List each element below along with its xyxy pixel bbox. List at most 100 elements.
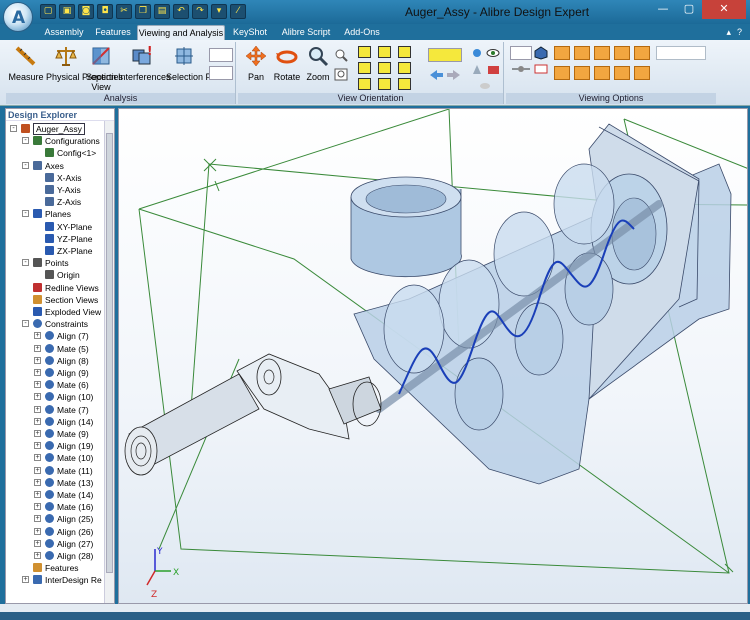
physical-properties-button[interactable]: Physical Properties (46, 44, 123, 82)
grid-options-icon[interactable] (510, 62, 532, 76)
tab-alibre-script[interactable]: Alibre Script (276, 25, 336, 40)
tree-expander[interactable]: + (34, 491, 41, 498)
view-dimetric-icon[interactable] (378, 78, 393, 92)
tree-expander[interactable]: + (34, 381, 41, 389)
cut-icon[interactable]: ✂ (116, 4, 132, 19)
tree-expander[interactable]: + (34, 515, 41, 523)
view-camera-icon[interactable] (486, 62, 501, 76)
tree-expander[interactable]: - (10, 125, 17, 132)
paste-icon[interactable]: ▤ (154, 4, 170, 19)
tree-expander[interactable]: - (22, 210, 29, 218)
tree-node[interactable]: Planes (33, 208, 71, 220)
rotate-button[interactable]: Rotate (272, 44, 302, 82)
open-icon[interactable]: ▣ (59, 4, 75, 19)
zoom-window-icon[interactable] (334, 48, 349, 62)
toggle-dimensions-icon[interactable] (574, 66, 590, 80)
toggle-sketches-icon[interactable] (614, 46, 630, 60)
view-iso-icon[interactable] (358, 78, 373, 92)
view-eye-icon[interactable] (486, 46, 501, 60)
render-mode-dropdown[interactable] (209, 66, 233, 80)
tree-node[interactable]: X-Axis (45, 172, 82, 184)
tree-node[interactable]: Axes (33, 160, 64, 172)
tree-node[interactable]: Align (27) (45, 538, 93, 550)
tree-expander[interactable]: + (34, 539, 41, 547)
shading-icon[interactable] (534, 46, 549, 60)
toggle-planes-icon[interactable] (574, 46, 590, 60)
tree-expander[interactable]: - (22, 137, 29, 145)
measure-icon[interactable]: ⁄ (230, 4, 246, 19)
tree-node[interactable]: Features (33, 562, 79, 574)
tree-expander[interactable]: + (34, 478, 41, 486)
redo-icon[interactable]: ↷ (192, 4, 208, 19)
tree-node[interactable]: YZ-Plane (45, 233, 92, 245)
tree-node[interactable]: Mate (11) (45, 465, 93, 477)
copy-icon[interactable]: ❐ (135, 4, 151, 19)
view-right-icon[interactable] (398, 62, 413, 76)
tree-node[interactable]: Auger_Assy (21, 123, 85, 135)
view-spin-icon[interactable] (470, 46, 485, 60)
tree-node[interactable]: Y-Axis (45, 184, 81, 196)
view-left-icon[interactable] (378, 62, 393, 76)
alibre-logo-icon[interactable]: A (3, 2, 33, 32)
help-icon[interactable]: ? (737, 27, 742, 38)
tree-node[interactable]: Mate (16) (45, 501, 93, 513)
tree-node[interactable]: Align (25) (45, 513, 93, 525)
view-front-icon[interactable] (358, 46, 373, 60)
options-icon[interactable]: ▾ (211, 4, 227, 19)
view-light-icon[interactable] (478, 78, 493, 92)
3d-viewport[interactable]: Y X Z (118, 108, 748, 604)
selection-mode-dropdown[interactable] (209, 48, 233, 62)
tab-assembly[interactable]: Assembly (38, 25, 90, 40)
tree-expander[interactable]: + (34, 442, 41, 450)
tree-node[interactable]: Mate (6) (45, 379, 89, 391)
zoom-fit-icon[interactable] (334, 68, 349, 82)
tree-node[interactable]: Align (7) (45, 330, 89, 342)
tab-keyshot[interactable]: KeyShot (228, 25, 272, 40)
tree-node[interactable]: InterDesign Re (33, 574, 102, 586)
tree-node[interactable]: Align (9) (45, 367, 89, 379)
tab-viewing-and-analysis[interactable]: Viewing and Analysis (137, 25, 225, 40)
tree-node[interactable]: Mate (5) (45, 343, 89, 355)
toggle-origin-icon[interactable] (614, 66, 630, 80)
undo-icon[interactable]: ↶ (173, 4, 189, 19)
tree-expander[interactable]: + (34, 454, 41, 462)
tree-node[interactable]: Configurations (33, 135, 100, 147)
toggle-3d-sketches-icon[interactable] (634, 46, 650, 60)
tree-expander[interactable]: + (34, 344, 41, 352)
selection-filters-button[interactable]: Selection Filters (166, 44, 230, 82)
tree-expander[interactable]: + (34, 527, 41, 535)
tree-expander[interactable]: + (34, 369, 41, 376)
tree-scrollbar-thumb[interactable] (106, 133, 113, 573)
tree-node[interactable]: Section Views (33, 294, 98, 306)
tree-node[interactable]: Mate (9) (45, 428, 89, 440)
toggle-axes-icon[interactable] (554, 46, 570, 60)
view-trimetric-icon[interactable] (398, 78, 413, 92)
tree-node[interactable]: Align (8) (45, 355, 89, 367)
section-view-button[interactable]: Section View (86, 44, 116, 92)
tab-add-ons[interactable]: Add-Ons (338, 25, 386, 40)
ribbon-minimize-icon[interactable]: ▴ (726, 27, 731, 38)
tree-expander[interactable]: + (34, 552, 41, 559)
view-walk-icon[interactable] (470, 62, 485, 76)
tree-expander[interactable]: - (22, 259, 29, 267)
tree-node[interactable]: Align (14) (45, 416, 93, 428)
tree-expander[interactable]: + (34, 503, 41, 511)
tree-node[interactable]: Mate (7) (45, 404, 89, 416)
tree-node[interactable]: Mate (13) (45, 477, 93, 489)
tree-expander[interactable]: - (22, 161, 29, 169)
view-back-icon[interactable] (378, 46, 393, 60)
tree-expander[interactable]: + (22, 576, 29, 584)
toggle-constraints-icon[interactable] (554, 66, 570, 80)
tree-node[interactable]: XY-Plane (45, 221, 92, 233)
tree-node[interactable]: Config<1> (45, 147, 96, 159)
tree-node[interactable]: Align (19) (45, 440, 93, 452)
tree-expander[interactable]: + (34, 405, 41, 413)
tree-node[interactable]: Align (10) (45, 391, 93, 403)
pan-button[interactable]: Pan (242, 44, 270, 82)
save-all-icon[interactable]: ◘ (97, 4, 113, 19)
tree-expander[interactable]: - (22, 320, 29, 328)
tree-node[interactable]: Align (26) (45, 526, 93, 538)
tree-expander[interactable]: + (34, 332, 41, 340)
tree-node[interactable]: Points (33, 257, 69, 269)
tree-expander[interactable]: + (34, 430, 41, 437)
